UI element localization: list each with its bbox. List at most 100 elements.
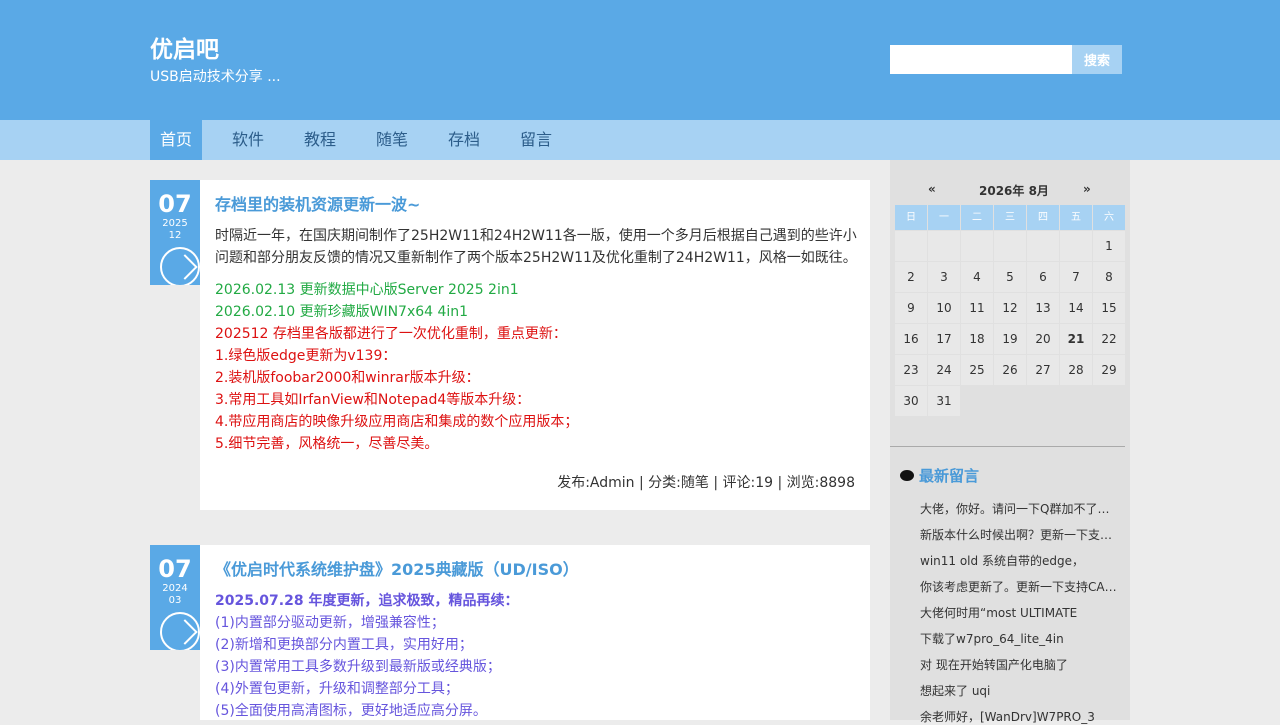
calendar-day[interactable]: 31 xyxy=(928,386,960,416)
site-title[interactable]: 优启吧 xyxy=(150,34,219,66)
calendar-day[interactable]: 2 xyxy=(895,262,927,292)
chevron-right-icon xyxy=(160,612,200,650)
comment-item[interactable]: 余老师好，[WanDrv]W7PRO_3 xyxy=(920,709,1118,725)
calendar-day[interactable]: 29 xyxy=(1093,355,1125,385)
comment-item[interactable]: 大佬何时用“most ULTIMATE xyxy=(920,605,1118,621)
post-intro: 时隔近一年，在国庆期间制作了25H2W11和24H2W11各一版，使用一个多月后… xyxy=(215,225,857,269)
comment-item[interactable]: 新版本什么时候出啊？更新一下支持新硬件 xyxy=(920,527,1118,543)
calendar-day[interactable]: 15 xyxy=(1093,293,1125,323)
changelog-line: (1)内置部分驱动更新，增强兼容性； xyxy=(215,615,445,631)
nav-item-software[interactable]: 软件 xyxy=(222,120,274,160)
calendar-weekday: 四 xyxy=(1027,205,1059,230)
update-line: 202512 存档里各版都进行了一次优化重制，重点更新： xyxy=(215,326,567,342)
update-line: 2026.02.13 更新数据中心版Server 2025 2in1 xyxy=(215,282,519,298)
nav-item-tutorials[interactable]: 教程 xyxy=(294,120,346,160)
update-line: 4.带应用商店的映像升级应用商店和集成的数个应用版本； xyxy=(215,414,579,430)
post-date-month: 03 xyxy=(168,595,182,606)
calendar-day[interactable]: 22 xyxy=(1093,324,1125,354)
post-date-badge: 07 2024 03 xyxy=(150,545,200,650)
calendar-day[interactable]: 20 xyxy=(1027,324,1059,354)
calendar-day[interactable]: 25 xyxy=(961,355,993,385)
calendar-weekday: 日 xyxy=(895,205,927,230)
calendar-next-button[interactable]: » xyxy=(1083,182,1091,196)
changelog-line: (4)外置包更新，升级和调整部分工具； xyxy=(215,681,459,697)
post-meta: 发布:Admin | 分类:随笔 | 评论:19 | 浏览:8898 xyxy=(557,475,855,491)
calendar-day[interactable]: 7 xyxy=(1060,262,1092,292)
calendar-day[interactable]: 12 xyxy=(994,293,1026,323)
post-title[interactable]: 《优启时代系统维护盘》2025典藏版（UD/ISO） xyxy=(215,560,579,580)
sidebar-divider xyxy=(890,446,1125,447)
changelog-headline: 2025.07.28 年度更新，追求极致，精品再续： xyxy=(215,593,519,609)
speech-bubble-icon xyxy=(900,470,914,481)
calendar-title: 2026年 8月 xyxy=(979,184,1049,198)
calendar-day[interactable]: 10 xyxy=(928,293,960,323)
search-button[interactable]: 搜索 xyxy=(1072,45,1122,74)
comment-item[interactable]: 对 现在开始转国产化电脑了 xyxy=(920,657,1118,673)
nav-item-essays[interactable]: 随笔 xyxy=(366,120,418,160)
recent-comments-label: 最新留言 xyxy=(919,467,980,485)
comment-item[interactable]: 想起来了 uqi xyxy=(920,683,1118,699)
calendar-day[interactable]: 26 xyxy=(994,355,1026,385)
calendar-day[interactable]: 11 xyxy=(961,293,993,323)
calendar-empty-cell xyxy=(928,231,960,261)
calendar-day[interactable]: 23 xyxy=(895,355,927,385)
post-title[interactable]: 存档里的装机资源更新一波~ xyxy=(215,195,420,215)
calendar-empty-cell xyxy=(994,231,1026,261)
calendar-day[interactable]: 3 xyxy=(928,262,960,292)
calendar-day[interactable]: 16 xyxy=(895,324,927,354)
main-nav: 首页 软件 教程 随笔 存档 留言 xyxy=(0,120,1280,160)
calendar-day[interactable]: 27 xyxy=(1027,355,1059,385)
calendar-day[interactable]: 6 xyxy=(1027,262,1059,292)
comment-item[interactable]: win11 old 系统自带的edge， xyxy=(920,553,1118,569)
update-line: 5.细节完善，风格统一，尽善尽美。 xyxy=(215,436,439,452)
calendar-day[interactable]: 18 xyxy=(961,324,993,354)
calendar-day-today[interactable]: 21 xyxy=(1060,324,1092,354)
update-line: 2.装机版foobar2000和winrar版本升级： xyxy=(215,370,480,386)
calendar-empty-cell xyxy=(961,231,993,261)
post-date-year: 2025 xyxy=(162,218,188,229)
calendar-day[interactable]: 9 xyxy=(895,293,927,323)
calendar-day[interactable]: 5 xyxy=(994,262,1026,292)
calendar-day[interactable]: 8 xyxy=(1093,262,1125,292)
calendar-weekday: 三 xyxy=(994,205,1026,230)
update-line: 2026.02.10 更新珍藏版WIN7x64 4in1 xyxy=(215,304,469,320)
calendar-day[interactable]: 28 xyxy=(1060,355,1092,385)
post-intro-line: 问题和部分朋友反馈的情况又重新制作了两个版本25H2W11及优化重制了24H2W… xyxy=(215,250,857,266)
post-date-month: 12 xyxy=(168,230,182,241)
nav-item-home[interactable]: 首页 xyxy=(150,120,202,160)
calendar-day[interactable]: 19 xyxy=(994,324,1026,354)
chevron-right-icon xyxy=(160,247,200,285)
comment-item[interactable]: 下载了w7pro_64_lite_4in xyxy=(920,631,1118,647)
changelog-line: (2)新增和更换部分内置工具，实用好用； xyxy=(215,637,473,653)
calendar-day[interactable]: 1 xyxy=(1093,231,1125,261)
post-card: 《优启时代系统维护盘》2025典藏版（UD/ISO） 2025.07.28 年度… xyxy=(200,545,870,720)
calendar-day[interactable]: 14 xyxy=(1060,293,1092,323)
nav-item-archive[interactable]: 存档 xyxy=(438,120,490,160)
calendar-day[interactable]: 4 xyxy=(961,262,993,292)
changelog-line: (5)全面使用高清图标，更好地适应高分屏。 xyxy=(215,703,487,719)
calendar-day[interactable]: 17 xyxy=(928,324,960,354)
sidebar: « 2026年 8月 » 日一二三四五六 1 2 3 4 5 6 7 8 9 10 11 12 13 14 1… xyxy=(890,160,1130,724)
calendar-weekday: 五 xyxy=(1060,205,1092,230)
calendar-empty-cell xyxy=(1060,231,1092,261)
calendar-day[interactable]: 13 xyxy=(1027,293,1059,323)
post-updates: 2026.02.13 更新数据中心版Server 2025 2in1 2026.… xyxy=(215,279,855,455)
calendar-weekday: 六 xyxy=(1093,205,1125,230)
changelog-line: (3)内置常用工具多数升级到最新版或经典版； xyxy=(215,659,501,675)
calendar-day[interactable]: 30 xyxy=(895,386,927,416)
post-date-year: 2024 xyxy=(162,583,188,594)
calendar-weekday: 一 xyxy=(928,205,960,230)
comment-item[interactable]: 大佬，你好。请问一下Q群加不了了吗？ xyxy=(920,501,1118,517)
calendar-prev-button[interactable]: « xyxy=(928,182,936,196)
search-input[interactable] xyxy=(890,45,1072,74)
site-header: 优启吧 USB启动技术分享 ... 搜索 xyxy=(0,0,1280,120)
post-date-day: 07 xyxy=(158,555,192,583)
update-line: 1.绿色版edge更新为v139： xyxy=(215,348,397,364)
comment-item[interactable]: 你该考虑更新了。更新一下支持CAB驱动 xyxy=(920,579,1118,595)
post-date-badge: 07 2025 12 xyxy=(150,180,200,285)
recent-comments-title: 最新留言 xyxy=(900,465,979,486)
calendar-empty-cell xyxy=(895,231,927,261)
nav-item-guestbook[interactable]: 留言 xyxy=(510,120,562,160)
calendar-day[interactable]: 24 xyxy=(928,355,960,385)
post-card: 存档里的装机资源更新一波~ 时隔近一年，在国庆期间制作了25H2W11和24H2… xyxy=(200,180,870,510)
